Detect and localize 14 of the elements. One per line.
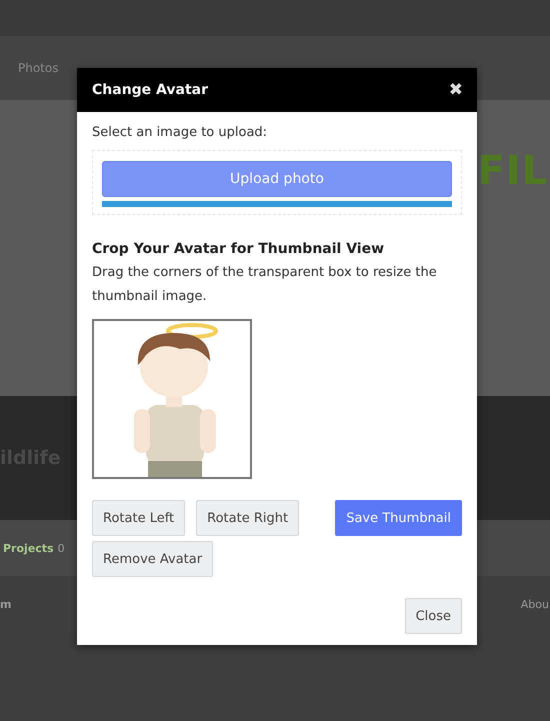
save-button[interactable]: Save Thumbnail [335, 500, 462, 536]
dialog-title: Change Avatar [92, 82, 208, 98]
help-text: Drag the corners of the transparent box to resize the thumbnail image. [92, 264, 438, 306]
stat-label: Projects [3, 542, 54, 554]
action-button[interactable]: Rotate Right [196, 500, 300, 536]
action-button[interactable]: Remove Avatar [92, 541, 214, 577]
close-button[interactable]: Close [404, 598, 462, 634]
upload-prompt: Select an image to upload: [92, 125, 268, 140]
column-header: Abou [520, 598, 549, 610]
column-header: m [0, 598, 12, 610]
section-heading: Crop Your Avatar for Thumbnail View [92, 241, 386, 257]
banner-text: FIL [477, 148, 548, 196]
action-button[interactable]: Rotate Left [92, 500, 186, 536]
stat-count: 0 [58, 542, 65, 554]
